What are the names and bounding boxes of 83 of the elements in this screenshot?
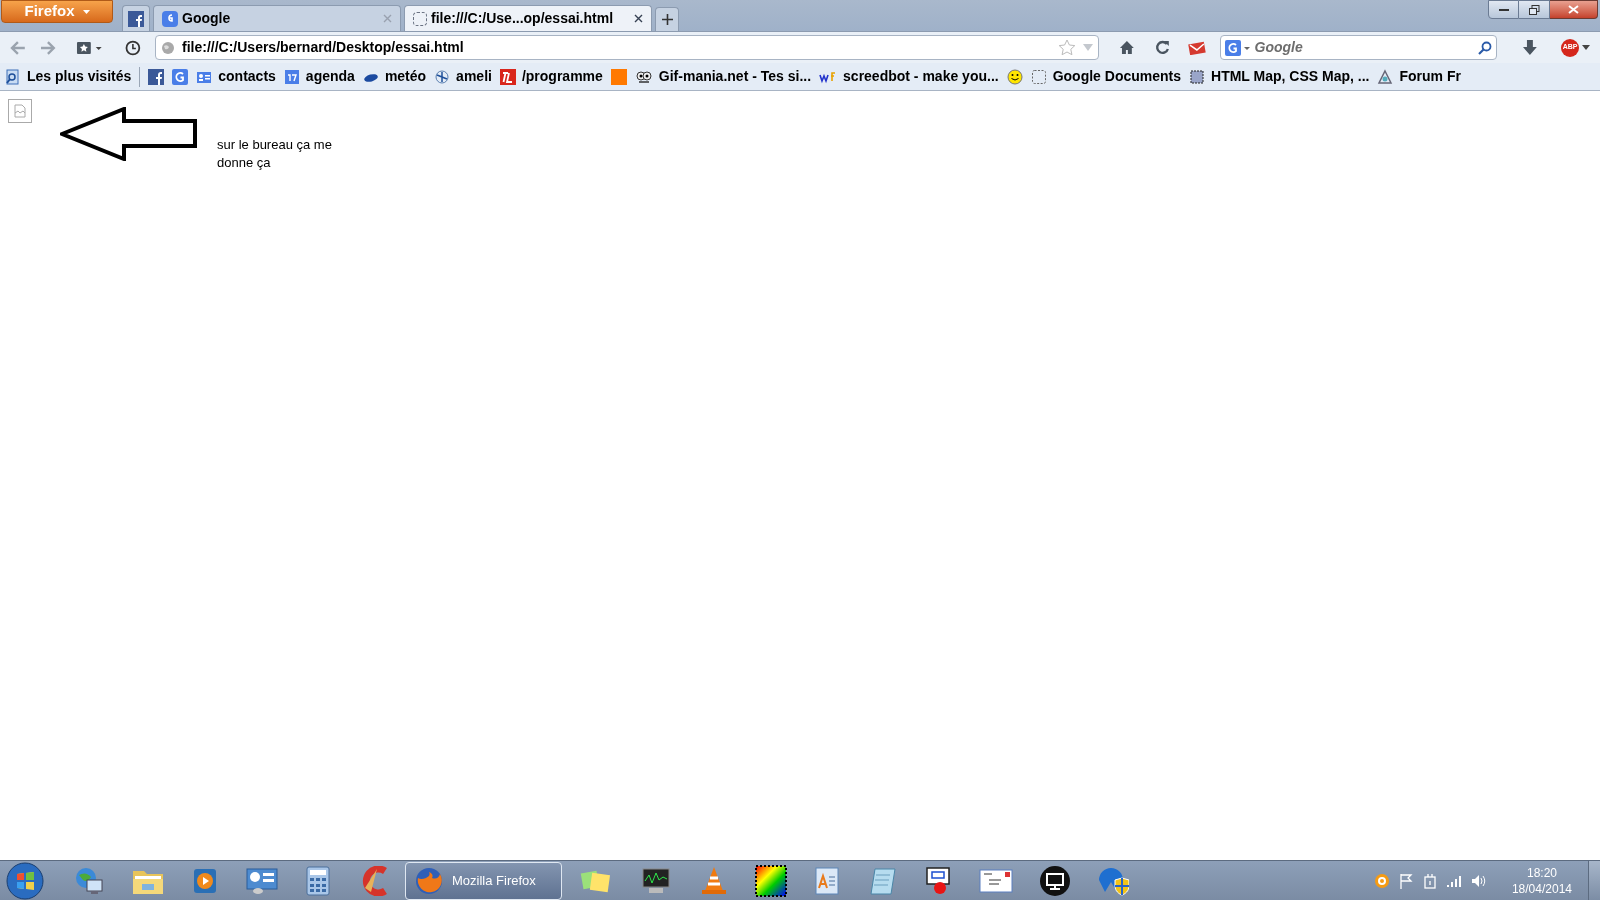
search-field[interactable]: Google: [1219, 35, 1498, 60]
tab-title: Google: [182, 9, 232, 28]
play-icon[interactable]: [191, 866, 219, 895]
new-tab-button[interactable]: [655, 7, 679, 31]
bookmark-label: /programme: [521, 67, 603, 86]
triangle-logo-icon: [1377, 68, 1394, 85]
minimize-button[interactable]: [1488, 0, 1519, 19]
cartoon-eyes-icon: [634, 68, 653, 85]
monitor-circle-icon[interactable]: [1039, 864, 1071, 897]
magnifier-page-icon: [5, 68, 21, 85]
ring-icon[interactable]: [1373, 872, 1390, 889]
bookmark-item[interactable]: /programme: [496, 66, 606, 87]
close-icon[interactable]: [634, 14, 643, 23]
bookmark-item[interactable]: contacts: [193, 66, 279, 87]
blank-page-icon: [1030, 68, 1047, 85]
tl-logo-icon: [499, 68, 516, 85]
bookmark-item[interactable]: ameli: [431, 66, 495, 87]
google-icon: [162, 10, 178, 27]
bookmark-item[interactable]: Forum Fr: [1374, 66, 1464, 87]
mail-icon[interactable]: [1187, 40, 1206, 55]
browser-tab[interactable]: file:///C:/Use...op/essai.html: [404, 5, 652, 31]
facebook-icon: [128, 10, 144, 27]
bookmark-label: Gif-mania.net - Tes si...: [658, 67, 812, 86]
bookmark-label: contacts: [218, 67, 276, 86]
bookmark-item[interactable]: Les plus visités: [2, 66, 135, 87]
bookmark-item[interactable]: HTML Map, CSS Map, ...: [1186, 66, 1373, 87]
bookmark-label: Forum Fr: [1399, 67, 1461, 86]
selection-square-icon: [1189, 68, 1206, 85]
start-orb-icon[interactable]: [6, 861, 44, 900]
restore-icon: [1528, 4, 1540, 15]
broken-image-icon: [8, 99, 32, 123]
bookmark-label: ameli: [456, 67, 492, 86]
shield-logo-icon[interactable]: [1097, 865, 1129, 896]
url-text: file:///C:/Users/bernard/Desktop/essai.html: [182, 38, 465, 57]
notepad-icon[interactable]: [867, 865, 899, 896]
address-bar[interactable]: file:///C:/Users/bernard/Desktop/essai.html: [155, 35, 1100, 60]
bookmark-item[interactable]: agenda: [280, 66, 358, 87]
close-window-button[interactable]: [1550, 0, 1598, 19]
search-input[interactable]: Google: [1254, 37, 1475, 58]
taskbar-app-button[interactable]: Mozilla Firefox: [405, 861, 562, 900]
globe-icon: [161, 40, 175, 55]
caret-icon: [82, 9, 90, 14]
blank-page-icon: [413, 11, 427, 26]
clock-date: 18/04/2014: [1511, 880, 1572, 897]
record-screen-icon[interactable]: [925, 865, 953, 896]
bookmark-label: screedbot - make you...: [843, 67, 999, 86]
power-plug-icon[interactable]: [1421, 872, 1438, 889]
control-panel-icon[interactable]: [245, 865, 279, 896]
flag-icon[interactable]: [1397, 872, 1414, 889]
show-desktop-button[interactable]: [1588, 860, 1600, 900]
bookmark-label: Les plus visités: [27, 67, 132, 86]
bookmark-item[interactable]: Gif-mania.net - Tes si...: [631, 66, 815, 87]
search-icon[interactable]: [1478, 40, 1493, 55]
bookmark-label: HTML Map, CSS Map, ...: [1211, 67, 1370, 86]
google-icon[interactable]: [1224, 39, 1251, 56]
plus-icon: [661, 14, 673, 25]
bookmark-item[interactable]: Google Documents: [1027, 66, 1185, 87]
bookmark-item[interactable]: screedbot - make you...: [816, 66, 1002, 87]
bookmark-item[interactable]: metéo: [359, 66, 430, 87]
bookmark-label: metéo: [384, 67, 427, 86]
history-clock-icon[interactable]: [125, 39, 141, 56]
monitor-chart-icon[interactable]: [639, 865, 673, 896]
home-icon[interactable]: [1119, 40, 1135, 55]
envelope-icon[interactable]: [979, 868, 1013, 893]
browser-tab[interactable]: Google: [153, 5, 401, 31]
caret-icon: [1582, 45, 1590, 50]
app-label: Mozilla Firefox: [452, 871, 536, 890]
star-icon[interactable]: [1058, 39, 1077, 56]
calendar-icon: [283, 68, 300, 85]
tab-title: file:///C:/Use...op/essai.html: [431, 9, 615, 28]
firefox-logo-icon: [414, 865, 444, 896]
bookmark-label: Google Documents: [1052, 67, 1182, 86]
bookmark-label: agenda: [305, 67, 355, 86]
reload-icon[interactable]: [1155, 40, 1170, 55]
restore-button[interactable]: [1519, 0, 1550, 19]
color-gradient-icon[interactable]: [755, 864, 787, 897]
pinned-tab[interactable]: [122, 5, 150, 31]
clock-time: 18:20: [1526, 864, 1557, 881]
download-arrow-icon[interactable]: [1523, 40, 1537, 55]
text-document-icon[interactable]: [813, 865, 841, 896]
page-text: sur le bureau ça me donne ça: [217, 136, 333, 172]
close-icon: [1568, 5, 1579, 14]
calculator-icon[interactable]: [305, 865, 331, 896]
